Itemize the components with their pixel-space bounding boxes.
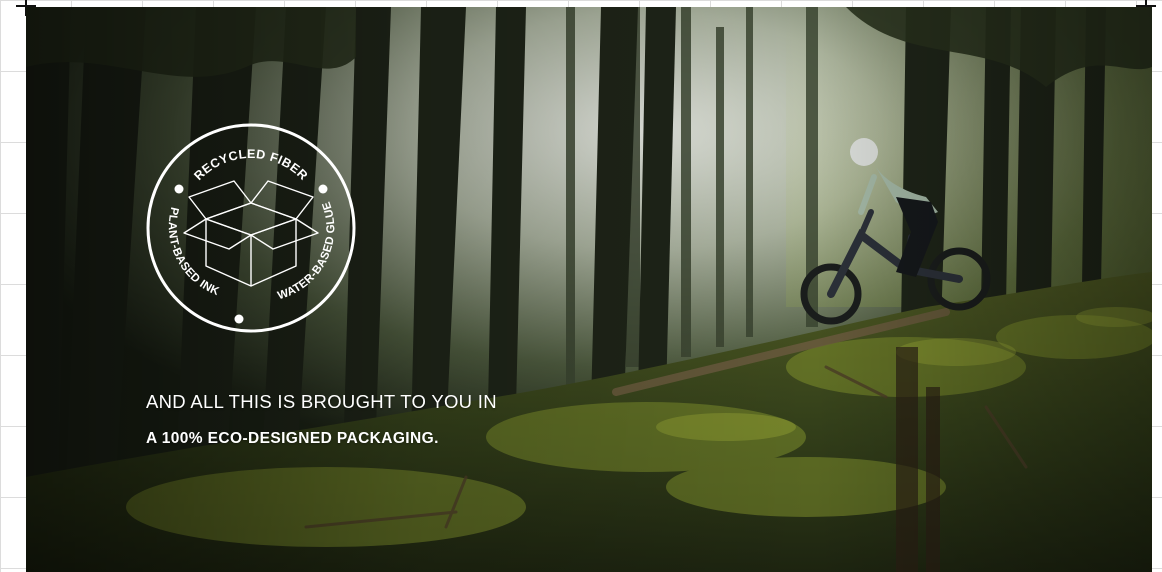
badge-top-text: RECYCLED FIBER	[191, 147, 310, 183]
headline-line-1: AND ALL THIS IS BROUGHT TO YOU IN	[146, 391, 497, 412]
headline-line-2: A 100% ECO-DESIGNED PACKAGING.	[146, 430, 439, 447]
headline-block: AND ALL THIS IS BROUGHT TO YOU IN A 100%…	[146, 391, 497, 448]
artboard: RECYCLED FIBER PLANT-BASED INK WATER-BAS…	[0, 0, 1162, 572]
badge-dot-left	[174, 184, 184, 194]
forest-banner: RECYCLED FIBER PLANT-BASED INK WATER-BAS…	[26, 7, 1152, 572]
badge-left-text: PLANT-BASED INK	[166, 206, 221, 298]
svg-text:PLANT-BASED INK: PLANT-BASED INK	[166, 206, 221, 298]
badge-dot-bottom	[234, 314, 244, 324]
badge-dot-right	[318, 184, 328, 194]
open-box-icon	[183, 180, 319, 287]
eco-packaging-badge: RECYCLED FIBER PLANT-BASED INK WATER-BAS…	[146, 123, 356, 333]
svg-text:RECYCLED FIBER: RECYCLED FIBER	[191, 147, 310, 183]
